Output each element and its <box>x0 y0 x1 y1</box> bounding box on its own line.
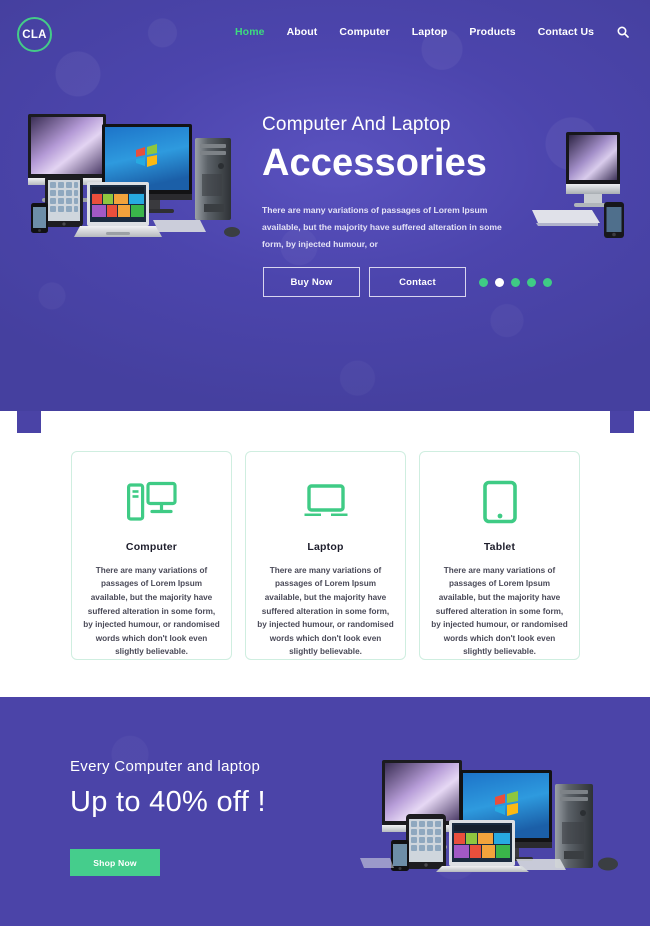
feature-card-title: Computer <box>125 540 178 553</box>
nav-item-laptop[interactable]: Laptop <box>401 25 459 39</box>
buy-now-button[interactable]: Buy Now <box>263 267 360 297</box>
nav-item-computer[interactable]: Computer <box>328 25 400 39</box>
promo-copy: Every Computer and laptop Up to 40% off … <box>70 757 370 821</box>
feature-card-computer[interactable]: Computer There are many variations of pa… <box>71 451 232 660</box>
hero-kicker: Computer And Laptop <box>262 114 451 135</box>
feature-card-tablet[interactable]: Tablet There are many variations of pass… <box>419 451 580 660</box>
feature-card-laptop[interactable]: Laptop There are many variations of pass… <box>245 451 406 660</box>
main-navigation: CLA Home About Computer Laptop Products … <box>0 0 650 66</box>
nav-item-products[interactable]: Products <box>458 25 526 39</box>
brand-logo[interactable]: CLA <box>17 17 52 52</box>
search-icon[interactable] <box>605 26 641 38</box>
hero-notch-left <box>17 411 41 433</box>
hero-notch-right <box>610 411 634 433</box>
hero-devices-image <box>14 108 244 253</box>
hero-actions: Buy Now Contact <box>263 267 552 297</box>
feature-card-text: There are many variations of passages of… <box>257 565 394 657</box>
tablet-icon <box>482 479 518 525</box>
brand-logo-text: CLA <box>22 28 47 41</box>
promo-devices-image <box>360 752 645 872</box>
laptop-icon <box>302 479 350 525</box>
nav-links: Home About Computer Laptop Products Cont… <box>224 25 650 39</box>
nav-item-contact-us[interactable]: Contact Us <box>527 25 605 39</box>
contact-button[interactable]: Contact <box>369 267 466 297</box>
hero-copy: Computer And Laptop Accessories There ar… <box>262 112 532 253</box>
slider-dot-5[interactable] <box>543 277 552 287</box>
shop-now-button[interactable]: Shop Now <box>70 849 160 876</box>
slider-dot-4[interactable] <box>527 277 536 287</box>
feature-card-text: There are many variations of passages of… <box>83 565 220 657</box>
slider-dots <box>479 277 552 287</box>
desktop-computer-icon <box>126 479 177 525</box>
feature-card-title: Tablet <box>483 540 516 553</box>
nav-item-login[interactable]: Login <box>641 25 650 39</box>
hero-imac-image <box>528 128 648 250</box>
slider-dot-2[interactable] <box>495 277 504 287</box>
feature-card-title: Laptop <box>307 540 344 553</box>
hero-section: CLA Home About Computer Laptop Products … <box>0 0 650 411</box>
slider-dot-3[interactable] <box>511 277 520 287</box>
promo-kicker: Every Computer and laptop <box>70 758 261 775</box>
features-section: Computer There are many variations of pa… <box>0 433 650 697</box>
promo-title: Up to 40% off ! <box>70 786 266 818</box>
nav-item-about[interactable]: About <box>276 25 329 39</box>
hero-description: There are many variations of passages of… <box>262 205 502 249</box>
feature-card-text: There are many variations of passages of… <box>431 565 568 657</box>
nav-item-home[interactable]: Home <box>224 25 276 39</box>
slider-dot-1[interactable] <box>479 277 488 287</box>
hero-title: Accessories <box>262 142 488 184</box>
